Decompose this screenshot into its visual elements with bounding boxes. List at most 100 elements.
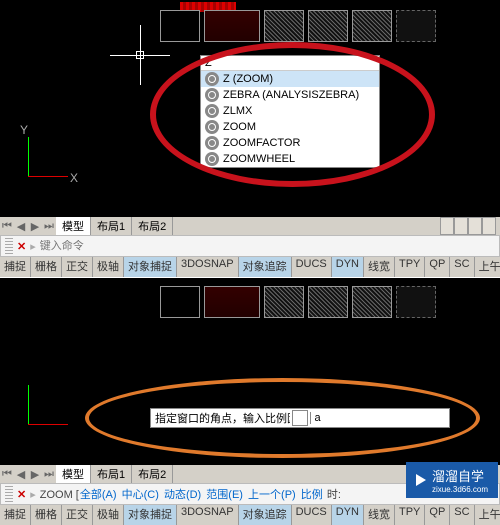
drag-handle-icon[interactable] bbox=[5, 238, 13, 254]
status-osnap[interactable]: 对象捕捉 bbox=[124, 505, 177, 525]
status-time[interactable]: 上午 bbox=[475, 257, 500, 277]
autocomplete-item[interactable]: ZOOM bbox=[201, 119, 379, 135]
globe-icon bbox=[205, 72, 219, 86]
thumb bbox=[396, 286, 436, 318]
status-time[interactable]: 上午 bbox=[475, 505, 500, 525]
canvas-panel-top: Z (ZOOM) ZEBRA (ANALYSISZEBRA) ZLMX ZOOM… bbox=[0, 0, 500, 235]
cmd-suffix: 时 bbox=[327, 489, 338, 501]
chevron-right-icon: ▸ bbox=[30, 488, 36, 501]
tab-model[interactable]: 模型 bbox=[56, 217, 91, 235]
autocomplete-item[interactable]: ZOOMWHEEL bbox=[201, 151, 379, 167]
status-snap[interactable]: 捕捉 bbox=[0, 505, 31, 525]
tab-nav[interactable]: ⏮◀▶⏭ bbox=[0, 468, 56, 481]
status-3dosnap[interactable]: 3DOSNAP bbox=[177, 505, 239, 525]
status-ducs[interactable]: DUCS bbox=[292, 505, 332, 525]
thumb bbox=[160, 286, 200, 318]
status-sc[interactable]: SC bbox=[450, 505, 474, 525]
status-polar[interactable]: 极轴 bbox=[93, 257, 124, 277]
status-ducs[interactable]: DUCS bbox=[292, 257, 332, 277]
tab-layout2[interactable]: 布局2 bbox=[132, 465, 173, 483]
cmd-option[interactable]: 上一个(P) bbox=[247, 489, 297, 501]
axis-x-label: X bbox=[70, 171, 78, 185]
status-otrack[interactable]: 对象追踪 bbox=[239, 505, 292, 525]
drawing-thumbnails bbox=[160, 10, 436, 42]
thumb bbox=[352, 10, 392, 42]
tab-layout1[interactable]: 布局1 bbox=[91, 217, 132, 235]
globe-icon bbox=[205, 120, 219, 134]
cmd-option[interactable]: 中心(C) bbox=[121, 489, 160, 501]
thumb bbox=[308, 286, 348, 318]
dynamic-prompt[interactable]: 指定窗口的角点，输入比例因子 (nX 或 nXP)，或者 a bbox=[150, 408, 450, 428]
status-tpy[interactable]: TPY bbox=[395, 257, 425, 277]
prompt-text: 指定窗口的角点，输入比例因子 (nX 或 nXP)，或者 bbox=[151, 410, 290, 426]
prompt-input-char[interactable]: a bbox=[310, 412, 450, 424]
tab-layout2[interactable]: 布局2 bbox=[132, 217, 173, 235]
status-dyn[interactable]: DYN bbox=[332, 257, 364, 277]
status-snap[interactable]: 捕捉 bbox=[0, 257, 31, 277]
autocomplete-input[interactable] bbox=[201, 56, 379, 71]
scroll-controls[interactable] bbox=[440, 217, 500, 235]
watermark-brand: 溜溜自学 bbox=[432, 466, 488, 485]
dropdown-icon[interactable] bbox=[292, 410, 308, 426]
tab-nav[interactable]: ⏮◀▶⏭ bbox=[0, 220, 56, 233]
globe-icon bbox=[205, 152, 219, 166]
cmd-option[interactable]: 范围(E) bbox=[205, 489, 244, 501]
thumb bbox=[160, 10, 200, 42]
play-icon bbox=[416, 474, 426, 486]
cmd-name: ZOOM bbox=[40, 489, 73, 501]
autocomplete-item[interactable]: ZOOMFACTOR bbox=[201, 135, 379, 151]
globe-icon bbox=[205, 136, 219, 150]
status-qp[interactable]: QP bbox=[425, 505, 450, 525]
status-bar-bottom: 捕捉 栅格 正交 极轴 对象捕捉 3DOSNAP 对象追踪 DUCS DYN 线… bbox=[0, 505, 500, 525]
status-bar-top: 捕捉 栅格 正交 极轴 对象捕捉 3DOSNAP 对象追踪 DUCS DYN 线… bbox=[0, 257, 500, 277]
status-osnap[interactable]: 对象捕捉 bbox=[124, 257, 177, 277]
thumb bbox=[396, 10, 436, 42]
autocomplete-label: ZOOM bbox=[223, 121, 256, 133]
axis-y-label: Y bbox=[20, 123, 28, 137]
cmd-option[interactable]: 比例 bbox=[300, 489, 324, 501]
status-tpy[interactable]: TPY bbox=[395, 505, 425, 525]
autocomplete-item[interactable]: ZEBRA (ANALYSISZEBRA) bbox=[201, 87, 379, 103]
thumb bbox=[308, 10, 348, 42]
globe-icon bbox=[205, 104, 219, 118]
status-ortho[interactable]: 正交 bbox=[62, 257, 93, 277]
command-bar-top: ✕ ▸ bbox=[0, 235, 500, 257]
status-3dosnap[interactable]: 3DOSNAP bbox=[177, 257, 239, 277]
status-sc[interactable]: SC bbox=[450, 257, 474, 277]
thumb bbox=[264, 10, 304, 42]
status-qp[interactable]: QP bbox=[425, 257, 450, 277]
command-input[interactable] bbox=[40, 240, 495, 252]
autocomplete-label: Z (ZOOM) bbox=[223, 73, 273, 85]
watermark-url: zixue.3d66.com bbox=[432, 485, 488, 494]
command-autocomplete[interactable]: Z (ZOOM) ZEBRA (ANALYSISZEBRA) ZLMX ZOOM… bbox=[200, 55, 380, 168]
autocomplete-label: ZOOMWHEEL bbox=[223, 153, 295, 165]
autocomplete-label: ZLMX bbox=[223, 105, 252, 117]
autocomplete-label: ZOOMFACTOR bbox=[223, 137, 300, 149]
thumb bbox=[264, 286, 304, 318]
watermark: 溜溜自学 zixue.3d66.com bbox=[406, 462, 498, 498]
status-otrack[interactable]: 对象追踪 bbox=[239, 257, 292, 277]
status-lwt[interactable]: 线宽 bbox=[364, 505, 395, 525]
tab-layout1[interactable]: 布局1 bbox=[91, 465, 132, 483]
cmd-option[interactable]: 动态(D) bbox=[163, 489, 202, 501]
autocomplete-item[interactable]: ZLMX bbox=[201, 103, 379, 119]
canvas-panel-bottom: 指定窗口的角点，输入比例因子 (nX 或 nXP)，或者 a ⏮◀▶⏭ 模型 布… bbox=[0, 278, 500, 483]
close-icon[interactable]: ✕ bbox=[17, 240, 26, 253]
thumb bbox=[352, 286, 392, 318]
thumb bbox=[204, 10, 260, 42]
globe-icon bbox=[205, 88, 219, 102]
status-ortho[interactable]: 正交 bbox=[62, 505, 93, 525]
cmd-option[interactable]: 全部(A) bbox=[79, 489, 118, 501]
chevron-right-icon: ▸ bbox=[30, 240, 36, 253]
status-dyn[interactable]: DYN bbox=[332, 505, 364, 525]
close-icon[interactable]: ✕ bbox=[17, 488, 26, 501]
drawing-thumbnails bbox=[160, 286, 436, 318]
status-grid[interactable]: 栅格 bbox=[31, 505, 62, 525]
status-lwt[interactable]: 线宽 bbox=[364, 257, 395, 277]
status-polar[interactable]: 极轴 bbox=[93, 505, 124, 525]
autocomplete-item[interactable]: Z (ZOOM) bbox=[201, 71, 379, 87]
layout-tabs: ⏮◀▶⏭ 模型 布局1 布局2 bbox=[0, 217, 500, 235]
thumb bbox=[204, 286, 260, 318]
tab-model[interactable]: 模型 bbox=[56, 465, 91, 483]
status-grid[interactable]: 栅格 bbox=[31, 257, 62, 277]
